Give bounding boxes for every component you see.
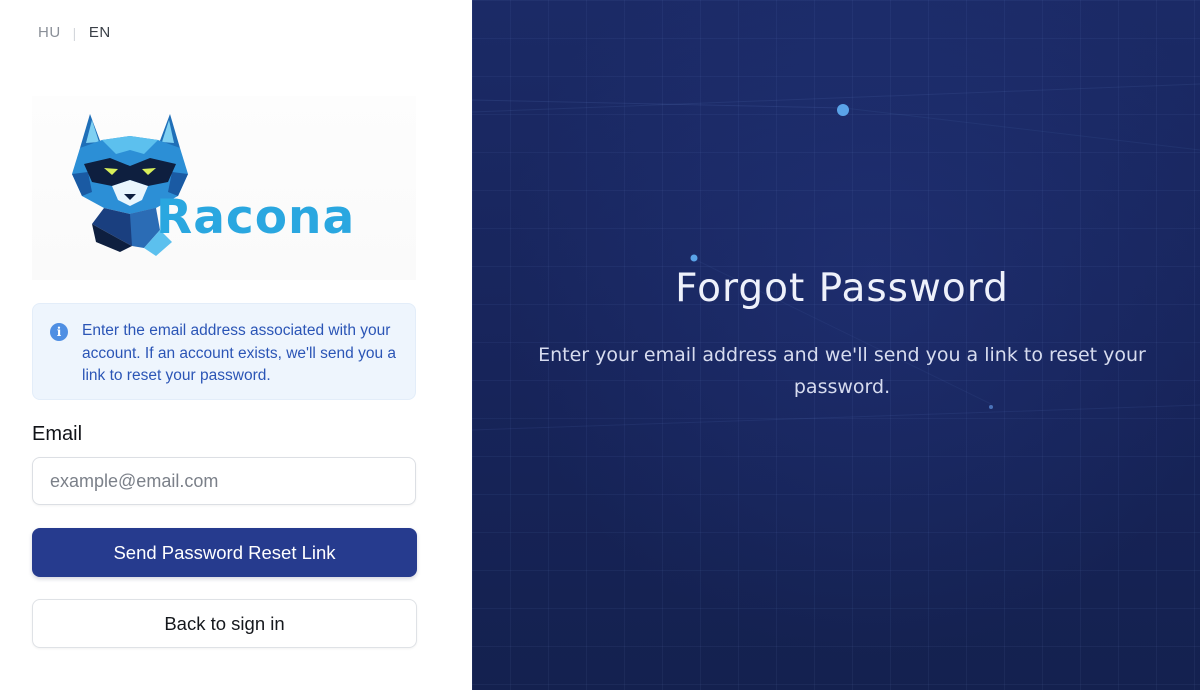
- glow-dot: [837, 104, 849, 116]
- email-label: Email: [32, 423, 83, 445]
- glow-dot: [989, 405, 993, 409]
- language-option-hu[interactable]: HU: [38, 24, 61, 41]
- back-to-sign-in-button[interactable]: Back to sign in: [32, 599, 417, 648]
- send-reset-link-button[interactable]: Send Password Reset Link: [32, 528, 417, 577]
- forgot-password-page: HU | EN Racona i Enter the email address…: [0, 0, 1200, 690]
- info-alert: i Enter the email address associated wit…: [32, 303, 416, 400]
- hero-panel: Forgot Password Enter your email address…: [472, 0, 1200, 690]
- info-icon: i: [50, 323, 68, 341]
- hero-title: Forgot Password: [675, 266, 1009, 311]
- hero-subtitle: Enter your email address and we'll send …: [538, 344, 1146, 398]
- language-switcher: HU | EN: [38, 24, 111, 41]
- brand-name: Racona: [156, 190, 356, 245]
- email-input[interactable]: [32, 457, 416, 505]
- language-option-en[interactable]: EN: [89, 24, 111, 41]
- language-separator: |: [72, 24, 77, 41]
- info-message: Enter the email address associated with …: [82, 322, 396, 384]
- raccoon-logo-icon: [72, 114, 188, 256]
- glow-dot: [690, 254, 698, 262]
- form-panel: HU | EN Racona i Enter the email address…: [0, 0, 472, 690]
- brand-logo: Racona: [32, 96, 416, 280]
